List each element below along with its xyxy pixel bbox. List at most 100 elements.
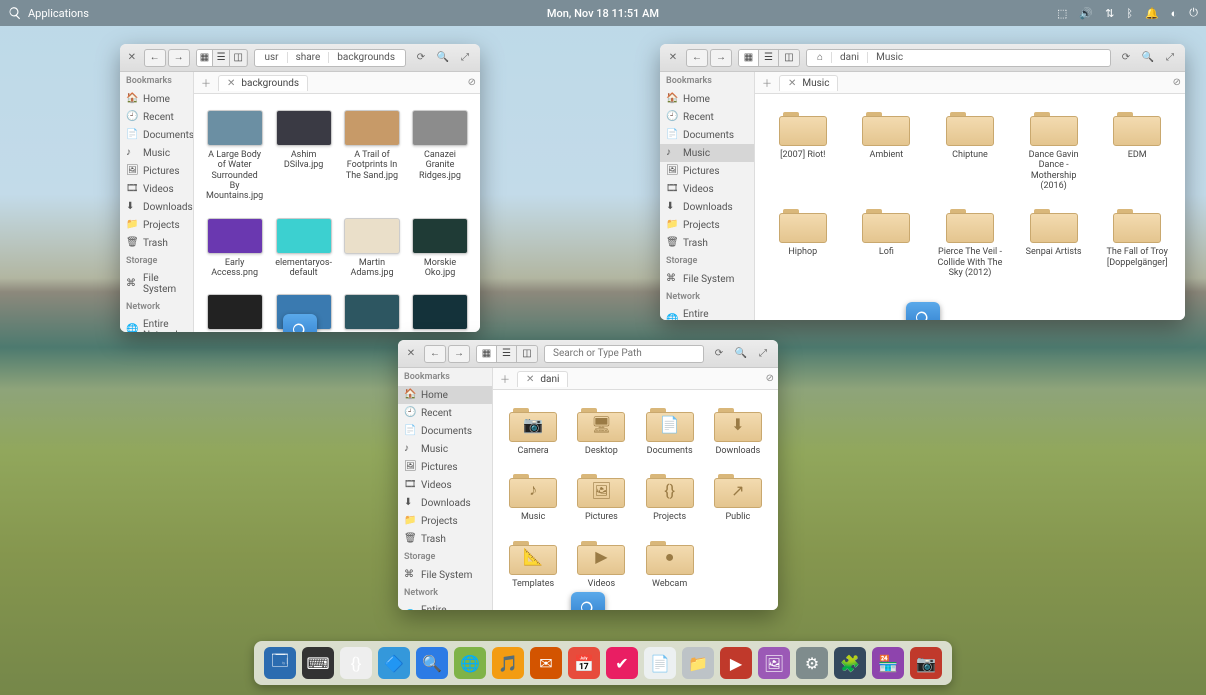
sidebar-item-trash[interactable]: 🗑Trash: [398, 530, 492, 548]
close-tab-icon[interactable]: ✕: [526, 374, 534, 385]
tab-backgrounds[interactable]: ✕ backgrounds: [218, 75, 308, 91]
new-tab-button[interactable]: ＋: [497, 371, 513, 387]
list-view-icon[interactable]: ☰: [213, 50, 230, 66]
maximize-icon[interactable]: ⤢: [754, 345, 772, 363]
folder-item[interactable]: [2007] Riot!: [763, 106, 843, 195]
sidebar-item-network[interactable]: 🌐Entire Network: [660, 306, 754, 320]
sidebar-item-videos[interactable]: 🎞Videos: [660, 180, 754, 198]
dock-app-17[interactable]: 📷: [910, 647, 942, 679]
file-item[interactable]: Canazei Granite Ridges.jpg: [408, 106, 472, 206]
sidebar-item-videos[interactable]: 🎞Videos: [120, 180, 193, 198]
display-icon[interactable]: ⬚: [1057, 7, 1067, 20]
icon-view-icon[interactable]: ▦: [739, 50, 759, 66]
new-tab-button[interactable]: ＋: [759, 75, 775, 91]
dock-app-15[interactable]: 🧩: [834, 647, 866, 679]
column-view-icon[interactable]: ◫: [230, 50, 247, 66]
dock-app-11[interactable]: 📁: [682, 647, 714, 679]
sidebar-item-videos[interactable]: 🎞Videos: [398, 476, 492, 494]
view-toggle[interactable]: ▦ ☰ ◫: [476, 345, 538, 363]
dock-app-9[interactable]: ✔: [606, 647, 638, 679]
new-tab-button[interactable]: ＋: [198, 75, 214, 91]
folder-item[interactable]: {}Projects: [638, 468, 702, 526]
reload-icon[interactable]: ⟳: [710, 345, 728, 363]
folder-item[interactable]: Hiphop: [763, 203, 843, 282]
sidebar-item-pictures[interactable]: 🖼Pictures: [120, 162, 193, 180]
dock-app-13[interactable]: 🖼: [758, 647, 790, 679]
titlebar[interactable]: ✕ ← → ▦ ☰ ◫ ⌂ dani Music ⟳ 🔍 ⤢: [660, 44, 1185, 72]
forward-button[interactable]: →: [168, 49, 190, 67]
file-item[interactable]: Morskie Oko.jpg: [408, 214, 472, 283]
sidebar-item-pictures[interactable]: 🖼Pictures: [398, 458, 492, 476]
reload-icon[interactable]: ⟳: [412, 49, 430, 67]
icon-view-icon[interactable]: ▦: [477, 346, 497, 362]
folder-item[interactable]: 📷Camera: [501, 402, 565, 460]
column-view-icon[interactable]: ◫: [517, 346, 537, 362]
sidebar-item-home[interactable]: 🏠Home: [120, 90, 193, 108]
file-item[interactable]: Martin Adams.jpg: [340, 214, 404, 283]
file-item[interactable]: Mr. Lee.jpg: [202, 290, 267, 332]
tab-dani[interactable]: ✕ dani: [517, 371, 568, 387]
sidebar-item-music[interactable]: ♪Music: [120, 144, 193, 162]
crumb-dani[interactable]: dani: [832, 52, 868, 63]
sidebar-item-network[interactable]: 🌐Entire Network: [120, 316, 193, 332]
crumb-home-icon[interactable]: ⌂: [809, 52, 832, 63]
sidebar-item-recent[interactable]: 🕘Recent: [660, 108, 754, 126]
sidebar-item-downloads[interactable]: ⬇Downloads: [120, 198, 193, 216]
bluetooth-icon[interactable]: ᛒ: [1126, 7, 1133, 20]
close-icon[interactable]: ✕: [404, 347, 418, 361]
close-tab-icon[interactable]: ✕: [788, 78, 796, 89]
sidebar-item-recent[interactable]: 🕘Recent: [120, 108, 193, 126]
search-icon[interactable]: 🔍: [1139, 49, 1157, 67]
crumb-backgrounds[interactable]: backgrounds: [329, 52, 403, 63]
search-icon[interactable]: 🔍: [732, 345, 750, 363]
folder-item[interactable]: Senpai Artists: [1014, 203, 1094, 282]
file-item[interactable]: A Large Body of Water Surrounded By Moun…: [202, 106, 267, 206]
folder-item[interactable]: ♪Music: [501, 468, 565, 526]
file-item[interactable]: Early Access.png: [202, 214, 267, 283]
dock-app-7[interactable]: ✉: [530, 647, 562, 679]
tab-options-icon[interactable]: ⊘: [766, 373, 774, 384]
titlebar[interactable]: ✕ ← → ▦ ☰ ◫ ⟳ 🔍 ⤢: [398, 340, 778, 368]
folder-item[interactable]: ↗Public: [706, 468, 770, 526]
breadcrumb[interactable]: usr share backgrounds: [254, 49, 407, 67]
list-view-icon[interactable]: ☰: [497, 346, 517, 362]
dock-app-3[interactable]: 🔷: [378, 647, 410, 679]
icon-view-icon[interactable]: ▦: [197, 50, 214, 66]
dock-app-16[interactable]: 🏪: [872, 647, 904, 679]
folder-item[interactable]: Lofi: [847, 203, 927, 282]
sidebar-item-filesystem[interactable]: ⌘File System: [398, 566, 492, 584]
maximize-icon[interactable]: ⤢: [456, 49, 474, 67]
sidebar-item-documents[interactable]: 📄Documents: [660, 126, 754, 144]
folder-item[interactable]: ●Webcam: [638, 535, 702, 593]
dock-app-5[interactable]: 🌐: [454, 647, 486, 679]
clock[interactable]: Mon, Nov 18 11:51 AM: [547, 7, 659, 20]
dock-app-2[interactable]: {}: [340, 647, 372, 679]
reload-icon[interactable]: ⟳: [1117, 49, 1135, 67]
file-item[interactable]: odin-dark.jpg: [408, 290, 472, 332]
search-input[interactable]: [547, 348, 701, 359]
sidebar-item-filesystem[interactable]: ⌘File System: [120, 270, 193, 298]
tab-options-icon[interactable]: ⊘: [468, 77, 476, 88]
dock-app-0[interactable]: 🗔: [264, 647, 296, 679]
sidebar-item-documents[interactable]: 📄Documents: [398, 422, 492, 440]
sidebar-item-music[interactable]: ♪Music: [398, 440, 492, 458]
file-item[interactable]: A Trail of Footprints In The Sand.jpg: [340, 106, 404, 206]
column-view-icon[interactable]: ◫: [779, 50, 799, 66]
folder-item[interactable]: Pierce The Veil - Collide With The Sky (…: [930, 203, 1010, 282]
applications-menu[interactable]: Applications: [8, 6, 89, 20]
tab-music[interactable]: ✕ Music: [779, 75, 838, 91]
dock-app-4[interactable]: 🔍: [416, 647, 448, 679]
file-item[interactable]: odin.jpg: [340, 290, 404, 332]
sidebar-item-pictures[interactable]: 🖼Pictures: [660, 162, 754, 180]
folder-item[interactable]: Dance Gavin Dance - Mothership (2016): [1014, 106, 1094, 195]
sidebar-item-network[interactable]: 🌐Entire Network: [398, 602, 492, 610]
dock-app-6[interactable]: 🎵: [492, 647, 524, 679]
folder-item[interactable]: 🖼Pictures: [569, 468, 633, 526]
folder-item[interactable]: 📄Documents: [638, 402, 702, 460]
volume-icon[interactable]: 🔊: [1079, 7, 1093, 20]
sidebar-item-projects[interactable]: 📁Projects: [398, 512, 492, 530]
notifications-icon[interactable]: 🔔: [1145, 7, 1159, 20]
crumb-share[interactable]: share: [288, 52, 330, 63]
sidebar-item-downloads[interactable]: ⬇Downloads: [660, 198, 754, 216]
tab-options-icon[interactable]: ⊘: [1173, 77, 1181, 88]
